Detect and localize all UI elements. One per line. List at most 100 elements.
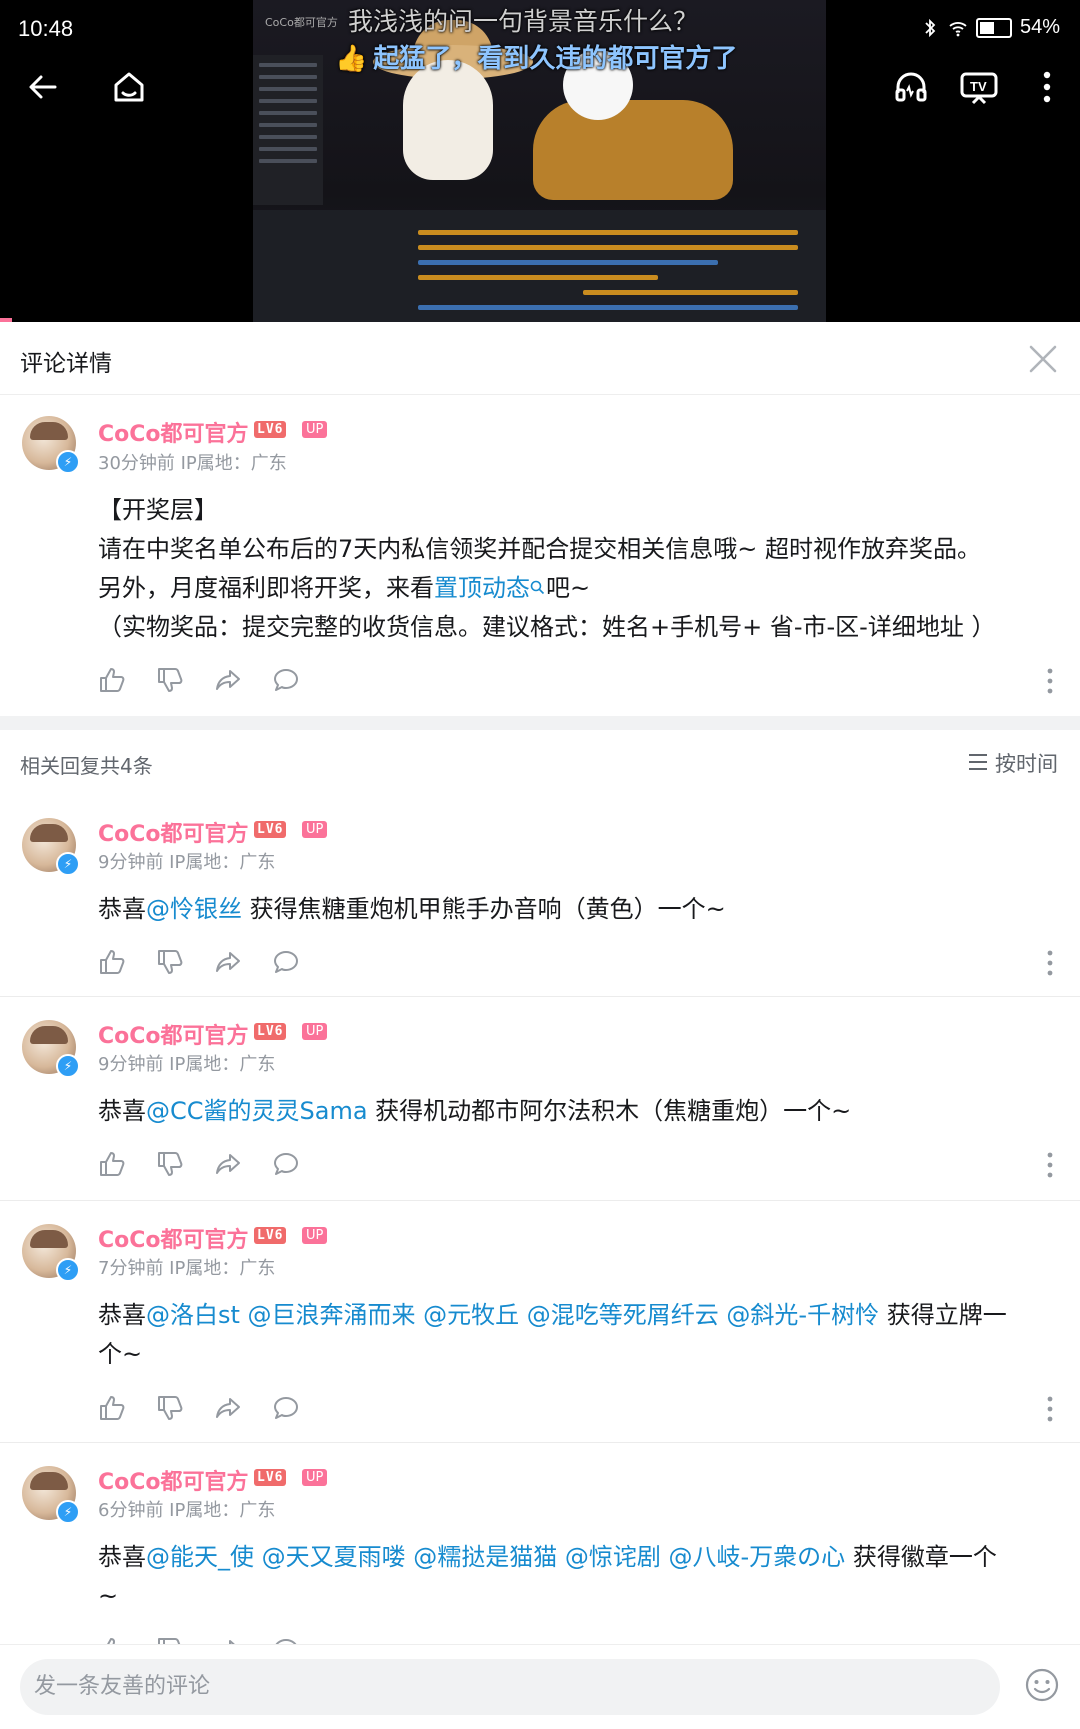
- comment-meta: 6分钟前 IP属地：广东: [98, 1500, 276, 1521]
- share-icon[interactable]: [214, 666, 242, 694]
- reply-icon[interactable]: [272, 948, 300, 976]
- cast-tv-button[interactable]: TV: [954, 62, 1004, 112]
- comment-actions: [98, 948, 300, 976]
- up-badge: UP: [302, 421, 328, 438]
- text-segment: 获得机动都市阿尔法积木（焦糖重炮）一个~: [367, 1097, 852, 1125]
- text-segment: 恭喜: [98, 1097, 146, 1125]
- share-icon[interactable]: [214, 1150, 242, 1178]
- verified-icon: ⚡: [56, 852, 80, 876]
- dislike-icon[interactable]: [156, 1150, 184, 1178]
- like-icon[interactable]: [98, 666, 126, 694]
- username[interactable]: CoCo都可官方: [98, 1018, 249, 1050]
- comment-text-line: 另外，月度福利即将开奖，来看置顶动态 吧~: [98, 569, 590, 608]
- level-badge: LV6: [254, 421, 287, 438]
- search-icon: [530, 580, 545, 595]
- status-time: 10:48: [18, 16, 74, 41]
- dislike-icon[interactable]: [156, 948, 184, 976]
- reply-icon[interactable]: [272, 666, 300, 694]
- comment-meta: 9分钟前 IP属地：广东: [98, 852, 276, 873]
- panel-title: 评论详情: [20, 351, 112, 377]
- thumb-up-icon: 👍: [335, 44, 368, 74]
- back-button[interactable]: [18, 62, 68, 112]
- more-vertical-icon[interactable]: [1046, 950, 1054, 976]
- comment-actions: [98, 1150, 300, 1178]
- text-segment: 获得焦糖重炮机甲熊手办音响（黄色）一个~: [242, 895, 726, 923]
- bluetooth-icon: [925, 18, 936, 37]
- text-segment: 恭喜: [98, 1543, 146, 1571]
- comment-actions: [98, 1394, 300, 1422]
- text-segment: 获得立牌一: [879, 1301, 1007, 1329]
- comment-text-line: 恭喜@能天_使 @天又夏雨喽 @糯挞是猫猫 @惊诧剧 @八岐-万衆の心 获得徽章…: [98, 1538, 997, 1577]
- comment-detail-header: 评论详情: [0, 322, 1080, 395]
- reply-icon[interactable]: [272, 1394, 300, 1422]
- share-icon[interactable]: [214, 1394, 242, 1422]
- verified-icon: ⚡: [56, 1054, 80, 1078]
- username[interactable]: CoCo都可官方: [98, 416, 249, 448]
- reply-divider: [0, 1442, 1080, 1443]
- danmaku-text: 起猛了，看到久违的都可官方了: [373, 44, 738, 74]
- close-icon[interactable]: [1026, 342, 1060, 376]
- video-scene-timeline: [253, 210, 826, 322]
- emoji-icon[interactable]: [1024, 1667, 1060, 1703]
- like-icon[interactable]: [98, 1394, 126, 1422]
- level-badge: LV6: [254, 1023, 287, 1040]
- danmaku-message: 👍 起猛了，看到久违的都可官方了: [335, 38, 737, 75]
- dislike-icon[interactable]: [156, 1394, 184, 1422]
- up-badge: UP: [302, 1469, 328, 1486]
- reply-count: 相关回复共4条: [20, 754, 153, 778]
- like-icon[interactable]: [98, 1636, 126, 1644]
- section-separator: [0, 716, 1080, 730]
- username[interactable]: CoCo都可官方: [98, 816, 249, 848]
- comment-input[interactable]: 发一条友善的评论: [20, 1659, 1000, 1715]
- more-options-button[interactable]: [1022, 62, 1072, 112]
- like-icon[interactable]: [98, 1150, 126, 1178]
- text-segment: 恭喜: [98, 1301, 146, 1329]
- sort-label: 按时间: [995, 752, 1058, 776]
- more-vertical-icon[interactable]: [1046, 1396, 1054, 1422]
- comment-text-line: 恭喜@洛白st @巨浪奔涌而来 @元牧丘 @混吃等死屑纤云 @斜光-千树怜 获得…: [98, 1296, 1007, 1335]
- video-player[interactable]: CoCo都可官方 我浅浅的问一句背景音乐什么？ 👍 起猛了，看到久违的都可官方了 …: [0, 0, 1080, 322]
- user-mention[interactable]: @洛白st @巨浪奔涌而来 @元牧丘 @混吃等死屑纤云 @斜光-千树怜: [146, 1301, 879, 1329]
- comment-meta: 9分钟前 IP属地：广东: [98, 1054, 276, 1075]
- up-badge: UP: [302, 1023, 328, 1040]
- username[interactable]: CoCo都可官方: [98, 1464, 249, 1496]
- like-icon[interactable]: [98, 948, 126, 976]
- reply-icon[interactable]: [272, 1150, 300, 1178]
- comment-text-line: 【开奖层】: [98, 496, 218, 524]
- reply-divider: [0, 996, 1080, 997]
- replies-header: 相关回复共4条 按时间: [0, 730, 1080, 798]
- reply-item: ⚡ CoCo都可官方 LV6 UP 9分钟前 IP属地：广东 恭喜@CC酱的灵灵…: [0, 998, 1080, 1198]
- comment-actions: [98, 1636, 300, 1644]
- listen-mode-button[interactable]: [886, 62, 936, 112]
- user-mention[interactable]: @能天_使 @天又夏雨喽 @糯挞是猫猫 @惊诧剧 @八岐-万衆の心: [146, 1543, 845, 1571]
- level-badge: LV6: [254, 1227, 287, 1244]
- user-mention[interactable]: @怜银丝: [146, 895, 242, 923]
- reply-item: ⚡ CoCo都可官方 LV6 UP 7分钟前 IP属地：广东 恭喜@洛白st @…: [0, 1202, 1080, 1442]
- arrow-left-icon: [29, 75, 57, 99]
- sort-button[interactable]: 按时间: [968, 748, 1058, 778]
- svg-text:TV: TV: [970, 79, 987, 94]
- verified-icon: ⚡: [56, 450, 80, 474]
- battery-icon: [975, 17, 1012, 38]
- more-vertical-icon[interactable]: [1046, 1152, 1054, 1178]
- pinned-post-link[interactable]: 置顶动态: [434, 574, 530, 602]
- comment-text-line: （实物奖品：提交完整的收货信息。建议格式：姓名+手机号+ 省-市-区-详细地址 …: [98, 613, 996, 641]
- comment-text-line: ~: [98, 1582, 119, 1610]
- username[interactable]: CoCo都可官方: [98, 1222, 249, 1254]
- dislike-icon[interactable]: [156, 666, 184, 694]
- comment-meta: 30分钟前 IP属地：广东: [98, 453, 287, 474]
- main-comment: ⚡ CoCo都可官方 LV6 UP 30分钟前 IP属地：广东 【开奖层】 请在…: [0, 396, 1080, 716]
- share-icon[interactable]: [214, 1636, 242, 1644]
- comment-text-line: 恭喜@CC酱的灵灵Sama 获得机动都市阿尔法积木（焦糖重炮）一个~: [98, 1092, 851, 1131]
- up-badge: UP: [302, 821, 328, 838]
- tv-cast-icon: TV: [960, 72, 998, 105]
- dislike-icon[interactable]: [156, 1636, 184, 1644]
- home-button[interactable]: [104, 62, 154, 112]
- user-mention[interactable]: @CC酱的灵灵Sama: [146, 1097, 368, 1125]
- video-scene-panel: [253, 55, 323, 205]
- more-vertical-icon[interactable]: [1046, 668, 1054, 694]
- reply-icon[interactable]: [272, 1636, 300, 1644]
- comment-text-line: 个~: [98, 1340, 143, 1368]
- share-icon[interactable]: [214, 948, 242, 976]
- text-segment: 获得徽章一个: [845, 1543, 997, 1571]
